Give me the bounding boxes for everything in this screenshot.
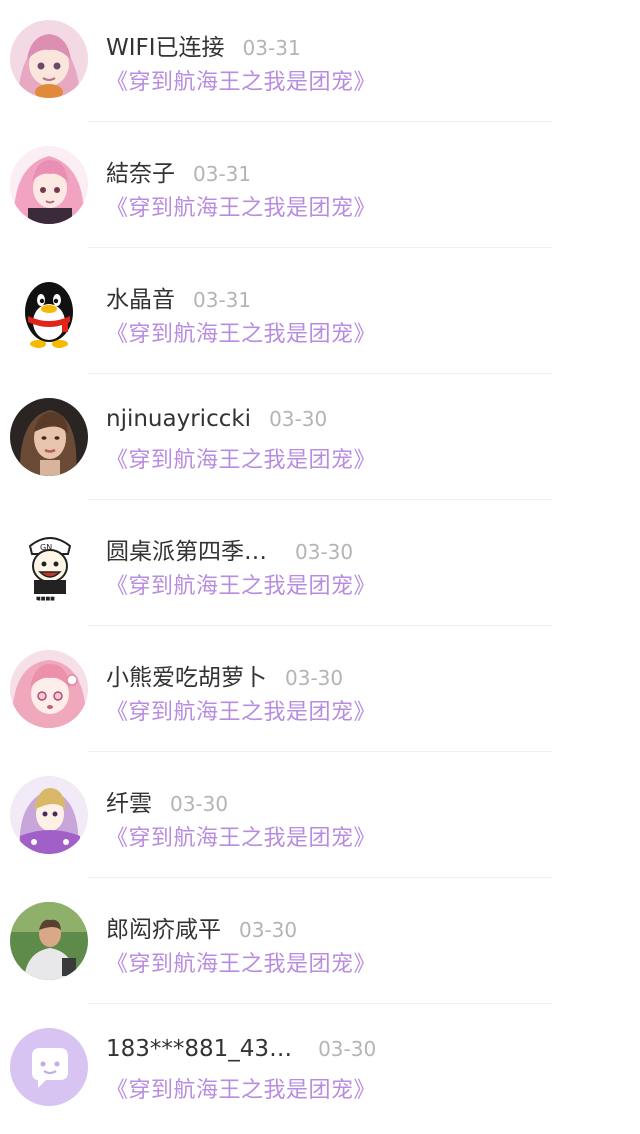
anime-girl-pink-avatar[interactable] xyxy=(10,650,88,728)
divider xyxy=(88,625,552,626)
reader-name[interactable]: 纤雲 xyxy=(106,784,152,818)
anime-girl-purple-avatar[interactable] xyxy=(10,776,88,854)
qq-penguin-avatar[interactable] xyxy=(10,272,88,350)
cartoon-man-cap-avatar[interactable]: GN ■■■■ xyxy=(10,524,88,602)
divider xyxy=(88,373,552,374)
divider xyxy=(88,751,552,752)
divider xyxy=(88,499,552,500)
default-chat-bubble-avatar[interactable] xyxy=(10,1028,88,1106)
reader-list: WIFI已连接 03-31 《穿到航海王之我是团宠》 結奈子 03-31 《穿到… xyxy=(0,0,640,1123)
book-title-link[interactable]: 《穿到航海王之我是团宠》 xyxy=(106,190,376,222)
reader-name[interactable]: njinuayriccki xyxy=(106,406,251,432)
man-photo-avatar[interactable] xyxy=(10,902,88,980)
name-line: 183***881_43… 03-30 xyxy=(106,1036,376,1068)
book-title-link[interactable]: 《穿到航海王之我是团宠》 xyxy=(106,64,376,96)
list-item[interactable]: njinuayriccki 03-30 《穿到航海王之我是团宠》 xyxy=(0,378,640,504)
book-title-link[interactable]: 《穿到航海王之我是团宠》 xyxy=(106,442,376,474)
book-title-link[interactable]: 《穿到航海王之我是团宠》 xyxy=(106,694,376,726)
list-item[interactable]: 水晶音 03-31 《穿到航海王之我是团宠》 xyxy=(0,252,640,378)
book-title-link[interactable]: 《穿到航海王之我是团宠》 xyxy=(106,946,376,978)
list-item[interactable]: WIFI已连接 03-31 《穿到航海王之我是团宠》 xyxy=(0,0,640,126)
comment-date: 03-30 xyxy=(285,666,344,690)
name-line: WIFI已连接 03-31 xyxy=(106,28,301,62)
comment-date: 03-31 xyxy=(193,288,252,312)
list-item[interactable]: 小熊爱吃胡萝卜 03-30 《穿到航海王之我是团宠》 xyxy=(0,630,640,756)
svg-text:■■■■: ■■■■ xyxy=(36,596,55,602)
list-item[interactable]: 結奈子 03-31 《穿到航海王之我是团宠》 xyxy=(0,126,640,252)
name-line: njinuayriccki 03-30 xyxy=(106,406,327,438)
comment-date: 03-31 xyxy=(193,162,252,186)
list-item[interactable]: GN ■■■■ 圆桌派第四季… 03-30 《穿到航海王之我是团宠》 xyxy=(0,504,640,630)
reader-name[interactable]: 183***881_43… xyxy=(106,1036,292,1062)
book-title-link[interactable]: 《穿到航海王之我是团宠》 xyxy=(106,568,376,600)
divider xyxy=(88,247,552,248)
name-line: 結奈子 03-31 xyxy=(106,154,252,188)
woman-portrait-avatar[interactable] xyxy=(10,398,88,476)
name-line: 圆桌派第四季… 03-30 xyxy=(106,532,354,566)
comment-date: 03-30 xyxy=(269,407,328,431)
reader-name[interactable]: 郎闳疥咸平 xyxy=(106,910,221,944)
book-title-link[interactable]: 《穿到航海王之我是团宠》 xyxy=(106,820,376,852)
list-item[interactable]: 183***881_43… 03-30 《穿到航海王之我是团宠》 xyxy=(0,1008,640,1134)
divider xyxy=(88,121,552,122)
divider xyxy=(88,1003,552,1004)
name-line: 水晶音 03-31 xyxy=(106,280,252,314)
reader-name[interactable]: 結奈子 xyxy=(106,154,175,188)
comment-date: 03-30 xyxy=(295,540,354,564)
book-title-link[interactable]: 《穿到航海王之我是团宠》 xyxy=(106,1072,376,1104)
comment-date: 03-31 xyxy=(242,36,301,60)
reader-name[interactable]: WIFI已连接 xyxy=(106,28,225,62)
comment-date: 03-30 xyxy=(239,918,298,942)
list-item[interactable]: 纤雲 03-30 《穿到航海王之我是团宠》 xyxy=(0,756,640,882)
name-line: 纤雲 03-30 xyxy=(106,784,229,818)
reader-name[interactable]: 水晶音 xyxy=(106,280,175,314)
comment-date: 03-30 xyxy=(170,792,229,816)
book-title-link[interactable]: 《穿到航海王之我是团宠》 xyxy=(106,316,376,348)
comment-date: 03-30 xyxy=(318,1037,377,1061)
anime-girl-pink-hair-avatar[interactable] xyxy=(10,20,88,98)
reader-name[interactable]: 小熊爱吃胡萝卜 xyxy=(106,658,267,692)
name-line: 郎闳疥咸平 03-30 xyxy=(106,910,298,944)
list-item[interactable]: 郎闳疥咸平 03-30 《穿到航海王之我是团宠》 xyxy=(0,882,640,1008)
name-line: 小熊爱吃胡萝卜 03-30 xyxy=(106,658,344,692)
anime-girl-pink-twintails-avatar[interactable] xyxy=(10,146,88,224)
divider xyxy=(88,877,552,878)
reader-name[interactable]: 圆桌派第四季… xyxy=(106,532,267,566)
